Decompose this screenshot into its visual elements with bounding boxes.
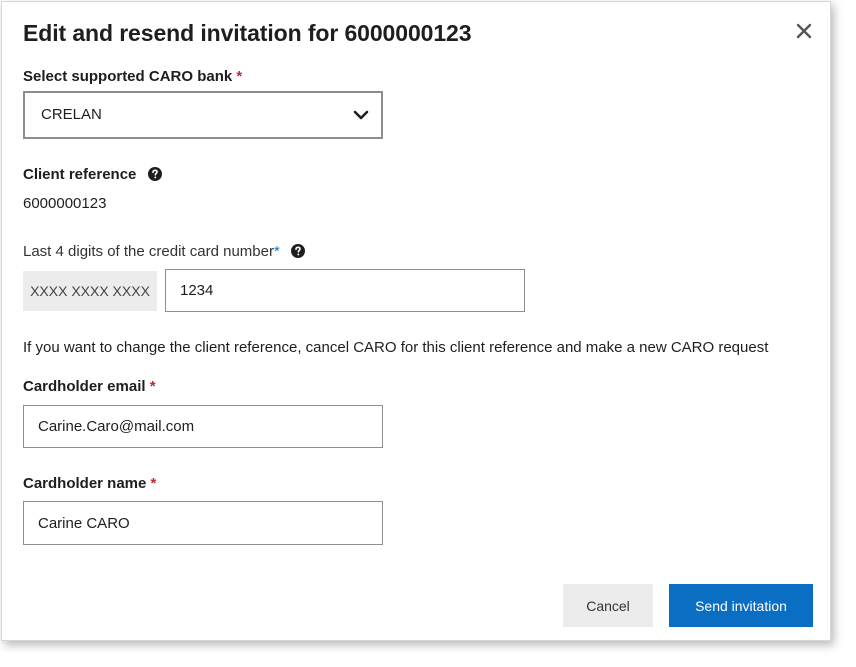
help-icon[interactable] — [147, 167, 162, 181]
name-field[interactable] — [23, 501, 383, 545]
required-mark: * — [150, 475, 157, 492]
bank-label-text: Select supported CARO bank — [23, 68, 233, 85]
required-mark: * — [149, 378, 156, 395]
required-mark: * — [273, 243, 280, 260]
credit-card-label: Last 4 digits of the credit card number* — [23, 243, 305, 260]
name-label: Cardholder name * — [23, 475, 156, 492]
help-icon[interactable] — [290, 244, 305, 258]
chevron-down-icon — [353, 110, 369, 120]
name-label-text: Cardholder name — [23, 475, 147, 492]
client-reference-value: 6000000123 — [23, 195, 107, 212]
client-reference-label: Client reference — [23, 166, 162, 183]
card-last-digits-input[interactable] — [165, 269, 525, 312]
cancel-button[interactable]: Cancel — [563, 584, 653, 627]
edit-invitation-dialog: Edit and resend invitation for 600000012… — [1, 1, 831, 641]
bank-select[interactable]: CRELAN — [23, 91, 383, 139]
email-label-text: Cardholder email — [23, 378, 146, 395]
credit-card-label-text: Last 4 digits of the credit card number — [23, 243, 274, 260]
send-invitation-button[interactable]: Send invitation — [669, 584, 813, 627]
email-label: Cardholder email * — [23, 378, 156, 395]
email-field[interactable] — [23, 405, 383, 448]
required-mark: * — [236, 68, 243, 85]
card-number-prefix: XXXX XXXX XXXX — [23, 271, 157, 311]
bank-select-value: CRELAN — [41, 106, 102, 123]
info-text: If you want to change the client referen… — [23, 339, 769, 356]
close-button[interactable] — [792, 19, 816, 43]
close-icon — [796, 23, 812, 39]
client-reference-label-text: Client reference — [23, 166, 137, 183]
dialog-title: Edit and resend invitation for 600000012… — [23, 20, 472, 46]
bank-label: Select supported CARO bank * — [23, 68, 242, 85]
